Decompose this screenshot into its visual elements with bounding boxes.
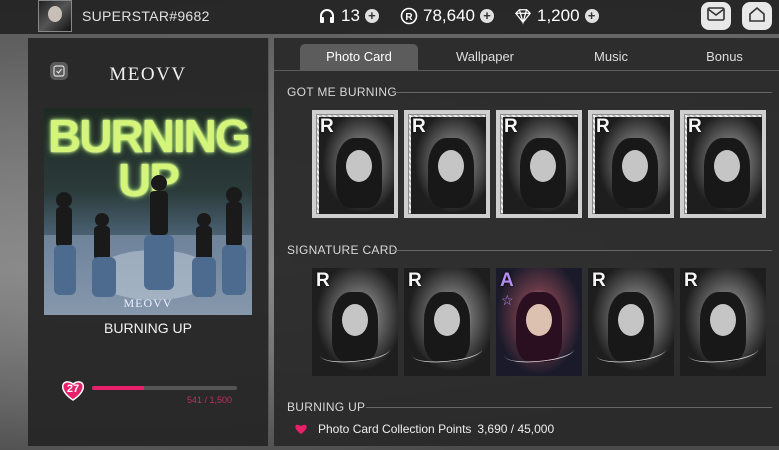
photo-card[interactable]: R [496,110,582,218]
card-row-got-me-burning: R R R R R [312,110,766,218]
signature-card[interactable]: A ☆ [496,268,582,376]
heart-icon [295,424,307,434]
level-progress-text: 541 / 1,500 [186,395,232,405]
card-rank: A [500,270,514,291]
r-coin-currency: R 78,640 + [400,6,494,26]
card-rank: R [316,270,330,291]
photo-card[interactable]: R [588,110,674,218]
level-number: 27 [66,383,80,395]
collection-label: Photo Card Collection Points [318,422,472,436]
tab-music[interactable]: Music [552,44,670,70]
tab-underline [274,70,779,71]
section-title-signature-card: SIGNATURE CARD [287,243,398,257]
headphones-currency: 13 + [318,6,379,26]
add-diamond-button[interactable]: + [584,9,599,23]
album-panel: MEOVV BURNING UP MEOVV BURNING UP 27 541… [28,38,269,446]
collection-value: 3,690 / 45,000 [477,422,555,436]
collection-points: Photo Card Collection Points 3,690 / 45,… [294,422,554,436]
add-r-coin-button[interactable]: + [480,9,494,23]
diamond-icon [514,7,532,25]
signature-card[interactable]: R [312,268,398,376]
star-icon: ☆ [501,292,514,308]
headphones-icon [318,7,336,25]
tab-bar: Photo Card Wallpaper Music Bonus [300,44,779,70]
album-cover-photo [44,175,252,315]
signature-card[interactable]: R [404,268,490,376]
svg-text:R: R [405,12,413,23]
album-cover: BURNING UP MEOVV [44,108,252,315]
card-rank: R [684,270,698,291]
signature-card[interactable]: R [588,268,674,376]
card-rank: R [412,116,426,137]
artist-name: MEOVV [109,64,187,85]
card-row-signature: R R A ☆ R R [312,268,766,376]
card-rank: R [504,116,518,137]
top-bar: SUPERSTAR#9682 13 + R 78,640 + 1,200 + [0,0,779,34]
headphones-count: 13 [341,6,360,25]
section-title-got-me-burning: GOT ME BURNING [287,85,397,99]
home-icon [748,6,766,27]
song-title: BURNING UP [104,320,192,336]
mail-icon [707,6,725,26]
username: SUPERSTAR#9682 [82,8,210,24]
card-rank: R [408,270,422,291]
level-progress-fill [92,386,145,390]
avatar[interactable] [38,0,72,32]
album-cover-logo: MEOVV [123,296,173,310]
tab-photo-card[interactable]: Photo Card [300,44,418,70]
card-rank: R [320,116,334,137]
card-rank: R [592,270,606,291]
level-progress-bar [92,386,237,390]
tab-wallpaper[interactable]: Wallpaper [418,44,552,70]
mail-button[interactable] [701,2,731,30]
r-coin-count: 78,640 [423,6,475,25]
card-rank: R [688,116,702,137]
card-panel: Photo Card Wallpaper Music Bonus GOT ME … [274,38,779,446]
section-divider [392,92,772,93]
tab-bonus[interactable]: Bonus [670,44,779,70]
section-divider [366,407,772,408]
section-divider [392,250,772,251]
signature-card[interactable]: R [680,268,766,376]
diamond-currency: 1,200 + [514,6,599,26]
photo-card[interactable]: R [312,110,398,218]
r-coin-icon: R [400,7,418,25]
diamond-count: 1,200 [537,6,580,25]
section-title-burning-up: BURNING UP [287,400,366,414]
add-headphones-button[interactable]: + [364,9,379,23]
photo-card[interactable]: R [404,110,490,218]
home-button[interactable] [742,2,772,30]
card-rank: R [596,116,610,137]
photo-card[interactable]: R [680,110,766,218]
